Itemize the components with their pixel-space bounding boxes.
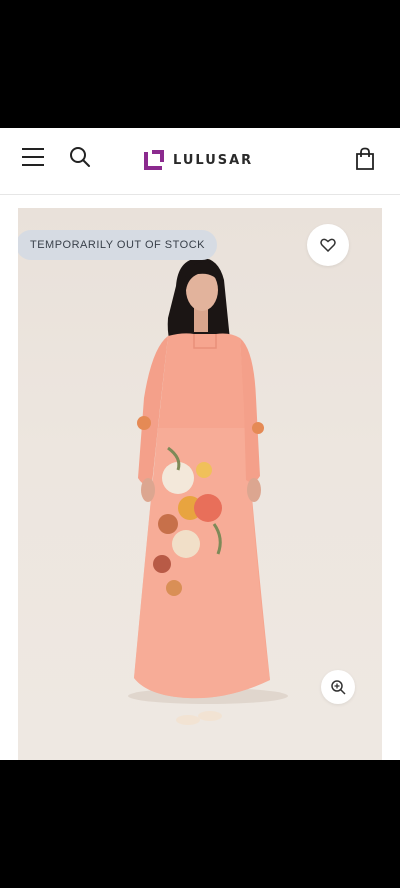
search-icon[interactable] xyxy=(69,146,91,168)
zoom-button[interactable] xyxy=(321,670,355,704)
product-image-card[interactable]: TEMPORARILY OUT OF STOCK xyxy=(18,208,382,760)
wishlist-button[interactable] xyxy=(307,224,349,266)
zoom-in-icon xyxy=(331,680,346,695)
app-screen: LULUSAR TEMPORARILY OUT OF STOCK xyxy=(0,128,400,760)
out-of-stock-badge: TEMPORARILY OUT OF STOCK xyxy=(18,230,217,260)
status-bar-area xyxy=(0,0,400,128)
navigation-bar-area xyxy=(0,760,400,888)
shopping-bag-icon[interactable] xyxy=(354,147,376,171)
top-nav-bar: LULUSAR xyxy=(0,128,400,195)
brand-logo-mark-icon xyxy=(144,150,164,170)
brand-name: LULUSAR xyxy=(173,152,254,168)
brand-logo[interactable]: LULUSAR xyxy=(143,149,253,171)
hamburger-menu-icon[interactable] xyxy=(22,148,44,170)
heart-icon xyxy=(320,238,336,252)
